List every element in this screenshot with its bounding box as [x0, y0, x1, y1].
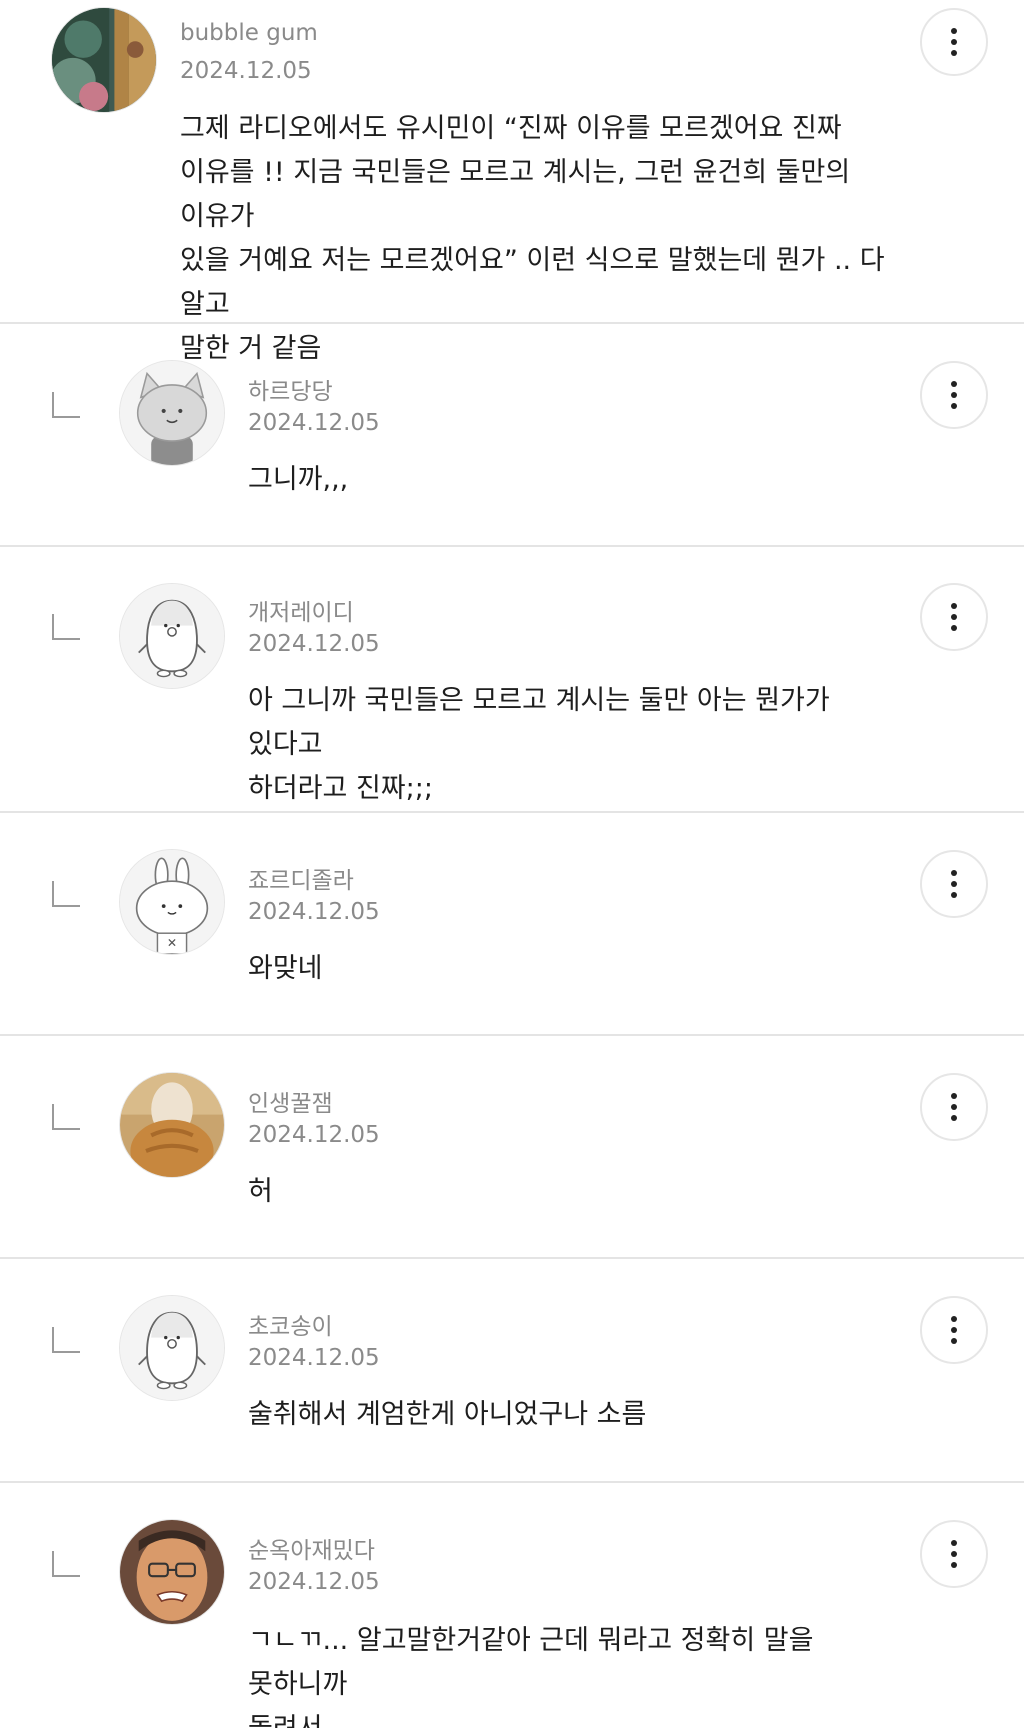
painting-photo-avatar[interactable]	[51, 7, 157, 113]
comment-text: 술취해서 계엄한게 아니었구나 소름	[248, 1399, 647, 1430]
comment-author[interactable]: 죠르디졸라	[248, 861, 354, 895]
comment-text: 허	[248, 1176, 273, 1207]
penguin-avatar[interactable]	[119, 583, 225, 689]
more-dots-icon	[951, 1540, 957, 1546]
comment-thread: bubble gum 2024.12.05 그제 라디오에서도 유시민이 “진짜…	[0, 0, 1024, 1728]
more-options-button[interactable]	[920, 1520, 988, 1588]
more-dots-icon	[951, 1316, 957, 1322]
comment-date: 2024.12.05	[248, 410, 380, 436]
comment-text: ㄱㄴㄲ... 알고말한거같아 근데 뭐라고 정확히 말을 못하니까 돌려서..	[248, 1625, 814, 1728]
cat-avatar[interactable]	[119, 360, 225, 466]
reply-item: 하르당당 2024.12.05 그니까,,,	[0, 324, 1024, 547]
more-options-button[interactable]	[920, 1073, 988, 1141]
comment-date: 2024.12.05	[248, 1569, 380, 1595]
orange-cat-photo-avatar[interactable]	[119, 1072, 225, 1178]
reply-item: 인생꿀잼 2024.12.05 허	[0, 1036, 1024, 1259]
comment-author[interactable]: 인생꿀잼	[248, 1084, 333, 1118]
more-options-button[interactable]	[920, 850, 988, 918]
rabbit-avatar[interactable]	[119, 849, 225, 955]
comment-date: 2024.12.05	[180, 58, 312, 84]
comment-date: 2024.12.05	[248, 631, 380, 657]
reply-indicator-icon	[52, 392, 80, 418]
more-dots-icon	[951, 381, 957, 387]
reply-item: 죠르디졸라 2024.12.05 와맞네	[0, 813, 1024, 1036]
comment-author[interactable]: bubble gum	[180, 20, 318, 46]
more-options-button[interactable]	[920, 1296, 988, 1364]
reply-indicator-icon	[52, 1551, 80, 1577]
reply-indicator-icon	[52, 881, 80, 907]
more-options-button[interactable]	[920, 583, 988, 651]
comment-text: 아 그니까 국민들은 모르고 계시는 둘만 아는 뭔가가 있다고 하더라고 진짜…	[248, 685, 830, 804]
reply-item: 순옥아재밌다 2024.12.05 ㄱㄴㄲ... 알고말한거같아 근데 뭐라고 …	[0, 1483, 1024, 1728]
more-dots-icon	[951, 870, 957, 876]
reply-indicator-icon	[52, 614, 80, 640]
more-options-button[interactable]	[920, 361, 988, 429]
reply-item: 개저레이디 2024.12.05 아 그니까 국민들은 모르고 계시는 둘만 아…	[0, 547, 1024, 813]
comment-author[interactable]: 하르당당	[248, 372, 333, 406]
comment-item: bubble gum 2024.12.05 그제 라디오에서도 유시민이 “진짜…	[0, 0, 1024, 364]
more-dots-icon	[951, 603, 957, 609]
reply-indicator-icon	[52, 1327, 80, 1353]
comment-text: 그니까,,,	[248, 464, 349, 495]
comment-text: 와맞네	[248, 953, 323, 984]
reply-indicator-icon	[52, 1104, 80, 1130]
penguin-avatar[interactable]	[119, 1295, 225, 1401]
man-photo-avatar[interactable]	[119, 1519, 225, 1625]
comment-author[interactable]: 초코송이	[248, 1307, 333, 1341]
reply-item: 초코송이 2024.12.05 술취해서 계엄한게 아니었구나 소름	[0, 1259, 1024, 1483]
more-dots-icon	[951, 1093, 957, 1099]
comment-author[interactable]: 개저레이디	[248, 593, 354, 627]
comment-date: 2024.12.05	[248, 899, 380, 925]
more-dots-icon	[951, 28, 957, 34]
comment-date: 2024.12.05	[248, 1122, 380, 1148]
comment-date: 2024.12.05	[248, 1345, 380, 1371]
more-options-button[interactable]	[920, 8, 988, 76]
comment-author[interactable]: 순옥아재밌다	[248, 1531, 375, 1565]
